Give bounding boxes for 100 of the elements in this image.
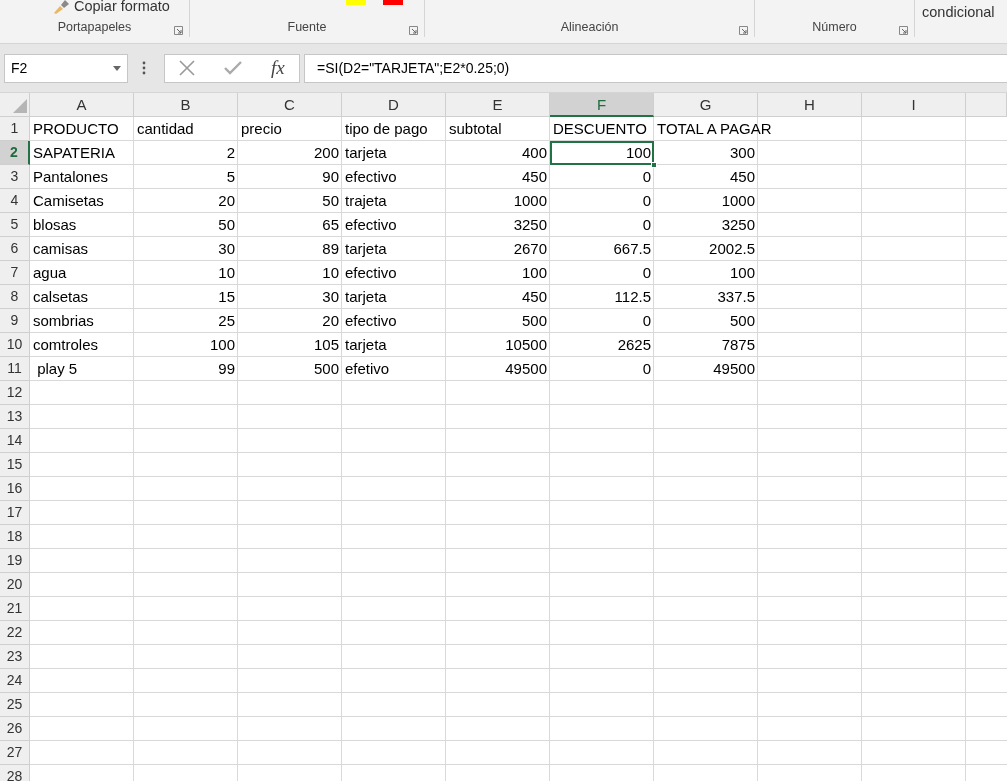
cancel-icon[interactable] xyxy=(179,60,196,76)
insert-function-button[interactable]: fx xyxy=(270,53,285,83)
row-header[interactable]: 22 xyxy=(0,621,30,645)
table-cell[interactable]: 667.5 xyxy=(613,240,651,257)
table-cell[interactable]: 0 xyxy=(642,216,651,233)
row-header[interactable]: 7 xyxy=(0,261,30,285)
table-cell[interactable]: 112.5 xyxy=(614,288,651,305)
table-cell[interactable]: efectivo xyxy=(345,264,397,281)
fill-handle[interactable] xyxy=(651,162,657,168)
dropdown-caret-icon[interactable] xyxy=(113,65,121,71)
row-header[interactable]: 25 xyxy=(0,693,30,717)
row-header[interactable]: 27 xyxy=(0,741,30,765)
row-header[interactable]: 20 xyxy=(0,573,30,597)
row-header[interactable]: 16 xyxy=(0,477,30,501)
table-cell[interactable]: 25 xyxy=(218,312,235,329)
table-cell[interactable]: 1000 xyxy=(721,192,755,209)
row-header[interactable]: 28 xyxy=(0,765,30,781)
row-header[interactable]: 18 xyxy=(0,525,30,549)
table-cell[interactable]: 20 xyxy=(218,192,235,209)
table-cell[interactable]: sombrias xyxy=(33,312,94,329)
row-header[interactable]: 9 xyxy=(0,309,30,333)
table-cell[interactable]: 10 xyxy=(322,264,339,281)
conditional-format-button[interactable]: condicional xyxy=(922,2,995,24)
table-cell[interactable]: 100 xyxy=(521,264,547,281)
table-cell[interactable]: 3250 xyxy=(513,216,547,233)
table-cell[interactable]: efectivo xyxy=(345,168,397,185)
row-header[interactable]: 15 xyxy=(0,453,30,477)
table-cell[interactable]: 10500 xyxy=(505,336,547,353)
row-header[interactable]: 2 xyxy=(0,141,30,165)
table-cell[interactable]: 65 xyxy=(322,216,339,233)
table-cell[interactable]: tarjeta xyxy=(345,288,387,305)
row-header[interactable]: 12 xyxy=(0,381,30,405)
table-cell[interactable]: 30 xyxy=(218,240,235,257)
table-cell[interactable]: 99 xyxy=(218,360,235,377)
column-title[interactable]: PRODUCTO xyxy=(33,120,119,137)
table-cell[interactable]: 100 xyxy=(209,336,235,353)
font-color-icon[interactable] xyxy=(383,0,403,5)
table-cell[interactable]: agua xyxy=(33,264,67,281)
table-cell[interactable]: blosas xyxy=(33,216,77,233)
dialog-launcher-icon[interactable] xyxy=(739,26,748,35)
table-cell[interactable]: 105 xyxy=(313,336,339,353)
table-cell[interactable]: 0 xyxy=(642,264,651,281)
table-cell[interactable]: efetivo xyxy=(345,360,390,377)
table-cell[interactable]: 450 xyxy=(729,168,755,185)
row-header[interactable]: 13 xyxy=(0,405,30,429)
table-cell[interactable]: tarjeta xyxy=(345,336,387,353)
table-cell[interactable]: 0 xyxy=(642,192,651,209)
table-cell[interactable]: 500 xyxy=(729,312,755,329)
more-options-icon[interactable] xyxy=(142,61,146,75)
column-title[interactable]: cantidad xyxy=(137,120,194,137)
row-header[interactable]: 5 xyxy=(0,213,30,237)
row-header[interactable]: 3 xyxy=(0,165,30,189)
column-header[interactable]: A xyxy=(30,93,134,117)
row-header[interactable]: 24 xyxy=(0,669,30,693)
table-cell[interactable]: 500 xyxy=(521,312,547,329)
table-cell[interactable]: 1000 xyxy=(513,192,547,209)
column-title[interactable]: tipo de pago xyxy=(345,120,428,137)
row-header[interactable]: 17 xyxy=(0,501,30,525)
table-cell[interactable]: 5 xyxy=(226,168,235,185)
copy-format-button[interactable]: Copiar formato xyxy=(74,0,170,18)
table-cell[interactable]: 0 xyxy=(642,312,651,329)
column-header[interactable]: I xyxy=(862,93,966,117)
table-cell[interactable]: 500 xyxy=(313,360,339,377)
table-cell[interactable]: calsetas xyxy=(33,288,89,305)
row-header[interactable]: 26 xyxy=(0,717,30,741)
dialog-launcher-icon[interactable] xyxy=(409,26,418,35)
table-cell[interactable]: 450 xyxy=(521,168,547,185)
column-header[interactable]: H xyxy=(758,93,862,117)
table-cell[interactable]: 2 xyxy=(226,144,235,161)
column-header[interactable]: D xyxy=(342,93,446,117)
column-title[interactable]: TOTAL A PAGAR xyxy=(657,120,772,137)
table-cell[interactable]: camisas xyxy=(33,240,88,257)
column-header[interactable]: E xyxy=(446,93,550,117)
table-cell[interactable]: Pantalones xyxy=(33,168,109,185)
table-cell[interactable]: 90 xyxy=(322,168,339,185)
row-header[interactable]: 1 xyxy=(0,117,30,141)
highlight-color-icon[interactable] xyxy=(346,0,366,5)
name-box[interactable]: F2 xyxy=(4,53,128,83)
column-header[interactable]: B xyxy=(134,93,238,117)
table-cell[interactable]: 49500 xyxy=(713,360,755,377)
table-cell[interactable]: efectivo xyxy=(345,216,397,233)
checkmark-icon[interactable] xyxy=(224,61,243,75)
row-header[interactable]: 19 xyxy=(0,549,30,573)
row-header[interactable]: 10 xyxy=(0,333,30,357)
table-cell[interactable]: 49500 xyxy=(505,360,547,377)
column-title[interactable]: DESCUENTO xyxy=(553,120,647,137)
dialog-launcher-icon[interactable] xyxy=(174,26,183,35)
table-cell[interactable]: tarjeta xyxy=(345,144,387,161)
row-header[interactable]: 11 xyxy=(0,357,30,381)
row-header[interactable]: 21 xyxy=(0,597,30,621)
table-cell[interactable]: 10 xyxy=(218,264,235,281)
table-cell[interactable]: SAPATERIA xyxy=(33,144,115,161)
table-cell[interactable]: 20 xyxy=(322,312,339,329)
table-cell[interactable]: 450 xyxy=(521,288,547,305)
table-cell[interactable]: 3250 xyxy=(721,216,755,233)
row-header[interactable]: 8 xyxy=(0,285,30,309)
table-cell[interactable]: comtroles xyxy=(33,336,99,353)
table-cell[interactable]: 7875 xyxy=(721,336,755,353)
table-cell[interactable]: play 5 xyxy=(33,360,78,377)
table-cell[interactable]: 300 xyxy=(729,144,755,161)
